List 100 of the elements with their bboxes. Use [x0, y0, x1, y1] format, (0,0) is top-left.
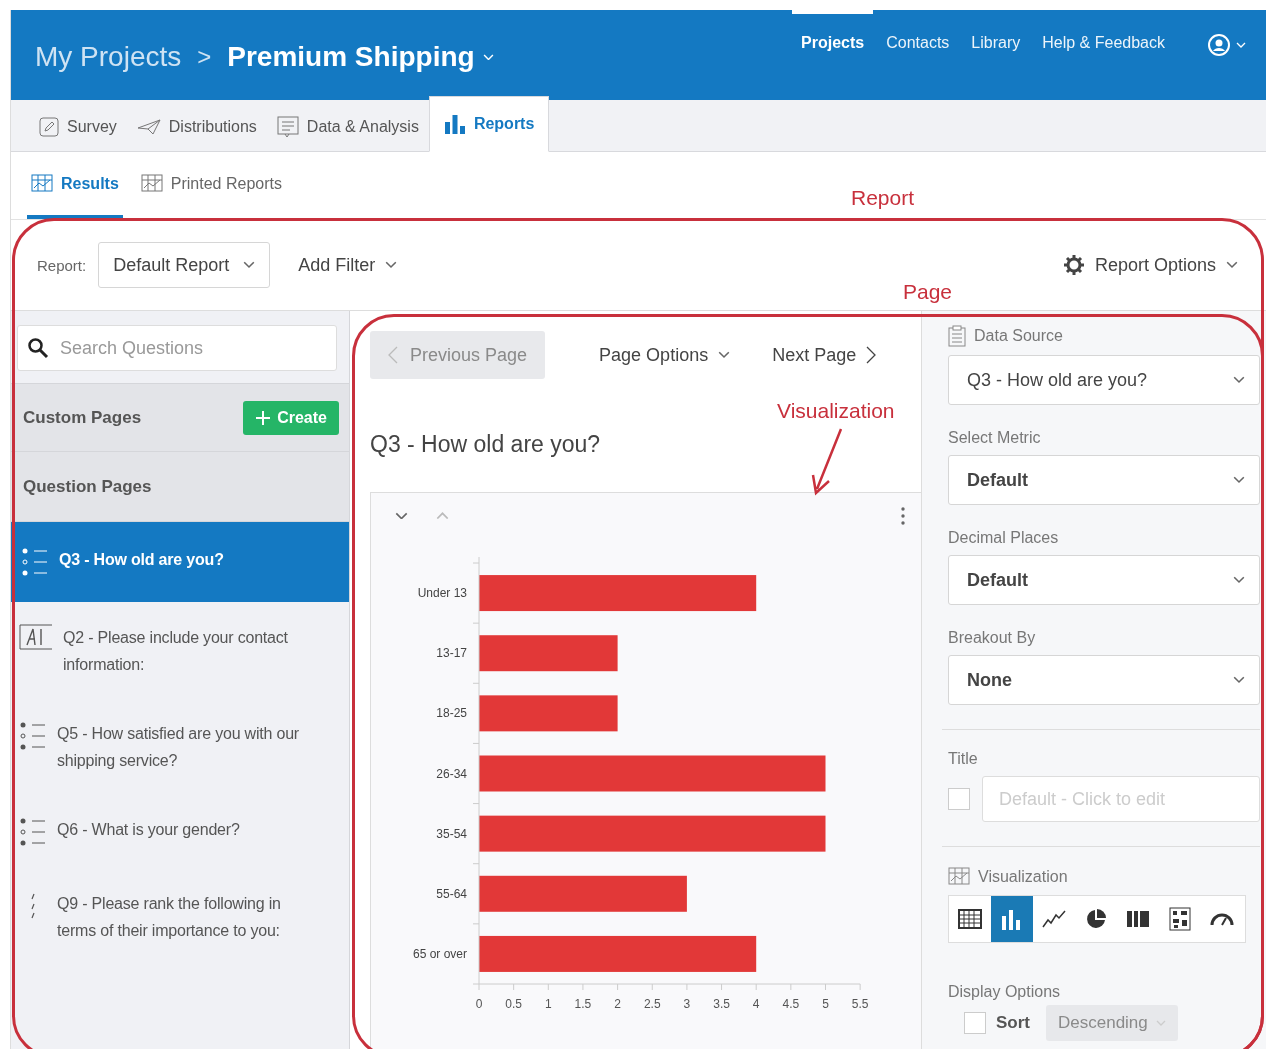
category-label: Under 13	[417, 586, 467, 601]
chevron-icon	[1233, 576, 1245, 584]
breadcrumb-separator: >	[197, 43, 212, 71]
tab[interactable]: Results	[27, 152, 123, 219]
metric-dropdown[interactable]: Default	[948, 455, 1260, 505]
chevron-icon	[1155, 1020, 1166, 1026]
axis-tick-label: 1.5	[574, 997, 592, 1011]
field-label: Visualization	[978, 868, 1068, 886]
bar-chart-icon	[443, 114, 466, 134]
category-label: 65 or over	[412, 946, 467, 961]
field-label: Data Source	[974, 327, 1063, 345]
chevron-icon	[243, 261, 256, 269]
stacked-bar-icon	[1126, 910, 1150, 928]
chevron-icon	[436, 511, 449, 520]
field-label: Display Options	[948, 983, 1061, 1001]
report-dropdown[interactable]: Default Report	[98, 242, 271, 288]
grid-icon	[1169, 907, 1191, 931]
decimal-places-dropdown[interactable]: Default	[948, 555, 1260, 605]
pie-chart-icon	[1085, 908, 1107, 930]
axis-tick-label: 2	[614, 997, 621, 1011]
chevron-icon	[718, 351, 731, 359]
axis-tick-label: 3	[683, 997, 691, 1011]
annotation-label: Visualization	[777, 399, 895, 423]
clipboard-icon	[948, 325, 966, 347]
list-icon	[19, 816, 47, 848]
user-icon	[1208, 34, 1230, 56]
section-title: Question Pages	[23, 476, 152, 497]
field-label: Breakout By	[948, 629, 1036, 647]
annotation-arrow	[810, 427, 844, 497]
category-label: 55-64	[436, 886, 467, 901]
tab[interactable]: Survey	[29, 102, 127, 152]
search-icon	[27, 337, 49, 359]
project-dropdown[interactable]: Premium Shipping	[227, 41, 494, 73]
report-options-button[interactable]: Report Options	[1054, 254, 1246, 276]
axis-tick-label: 1	[544, 997, 552, 1011]
search-field[interactable]: Search Questions	[17, 325, 337, 371]
line-chart-icon	[1042, 909, 1066, 929]
rank-icon	[31, 893, 35, 919]
tab[interactable]: Data & Analysis	[266, 102, 429, 152]
pencil-icon	[39, 117, 59, 137]
question-item[interactable]: Q3 - How old are you?	[11, 522, 349, 602]
data-source-dropdown[interactable]: Q3 - How old are you?	[948, 355, 1260, 405]
field-label: Decimal Places	[948, 529, 1059, 547]
more-button[interactable]	[899, 504, 907, 527]
list-icon	[21, 546, 49, 578]
annotation-label: Report	[851, 186, 915, 210]
category-label: 26-34	[436, 766, 467, 781]
chevron-icon	[1233, 476, 1245, 484]
question-item[interactable]: Q9 - Please rank the following in terms of their importance to you:	[11, 868, 349, 964]
text-entry-icon	[19, 624, 53, 650]
document-icon	[276, 116, 299, 138]
chevron-icon	[385, 261, 398, 269]
question-item[interactable]: Q6 - What is your gender?	[11, 794, 349, 868]
report-icon	[948, 867, 970, 887]
checkbox[interactable]	[964, 1012, 986, 1034]
chevron-icon	[1233, 376, 1245, 384]
axis-tick-label: 4	[752, 997, 760, 1011]
list-icon	[19, 720, 47, 752]
axis-tick-label: 2.5	[643, 997, 661, 1011]
chevron-right-icon	[866, 346, 877, 364]
page-title: Q3 - How old are you?	[370, 431, 602, 458]
breadcrumb-link[interactable]: My Projects	[35, 41, 182, 73]
nav-link[interactable]: Library	[962, 10, 1030, 66]
more-icon	[901, 506, 905, 525]
chevron-icon	[482, 53, 494, 61]
plus-icon	[255, 409, 272, 426]
field-label: Title	[948, 750, 978, 768]
nav-link[interactable]: Help & Feedback	[1033, 10, 1174, 66]
field-label: Select Metric	[948, 429, 1041, 447]
tab[interactable]: Reports	[428, 96, 550, 152]
chevron-icon	[395, 511, 408, 520]
bar-chart-icon	[1001, 908, 1023, 930]
paper-plane-icon	[136, 118, 161, 136]
axis-tick-label: 5.5	[851, 997, 869, 1011]
axis-tick-label: 0.5	[505, 997, 522, 1011]
page-options-button[interactable]: Page Options	[591, 344, 739, 366]
tab[interactable]: Distributions	[126, 102, 267, 152]
breakout-dropdown[interactable]: None	[948, 655, 1260, 705]
gauge-icon	[1210, 912, 1234, 926]
chevron-left-icon	[388, 346, 398, 364]
axis-tick-label: 5	[822, 997, 829, 1011]
chevron-icon	[1236, 42, 1246, 48]
settings-icon	[1062, 254, 1085, 276]
chevron-icon	[1226, 261, 1238, 269]
axis-tick-label: 4.5	[782, 997, 800, 1011]
nav-link[interactable]: Projects	[792, 10, 874, 66]
category-label: 35-54	[436, 826, 467, 841]
add-filter-button[interactable]: Add Filter	[290, 254, 406, 276]
checkbox[interactable]	[948, 788, 970, 810]
category-label: 18-25	[436, 706, 467, 721]
table-icon	[958, 909, 982, 929]
question-item[interactable]: Q2 - Please include your contact information:	[11, 602, 349, 698]
category-label: 13-17	[436, 646, 467, 661]
chevron-icon	[1233, 676, 1245, 684]
axis-tick-label: 0	[475, 997, 483, 1011]
tab[interactable]: Printed Reports	[136, 152, 286, 219]
next-page-button[interactable]: Next Page	[764, 344, 885, 366]
question-item[interactable]: Q5 - How satisfied are you with our shipping service?	[11, 698, 349, 794]
nav-link[interactable]: Contacts	[877, 10, 959, 66]
axis-tick-label: 3.5	[713, 997, 730, 1011]
